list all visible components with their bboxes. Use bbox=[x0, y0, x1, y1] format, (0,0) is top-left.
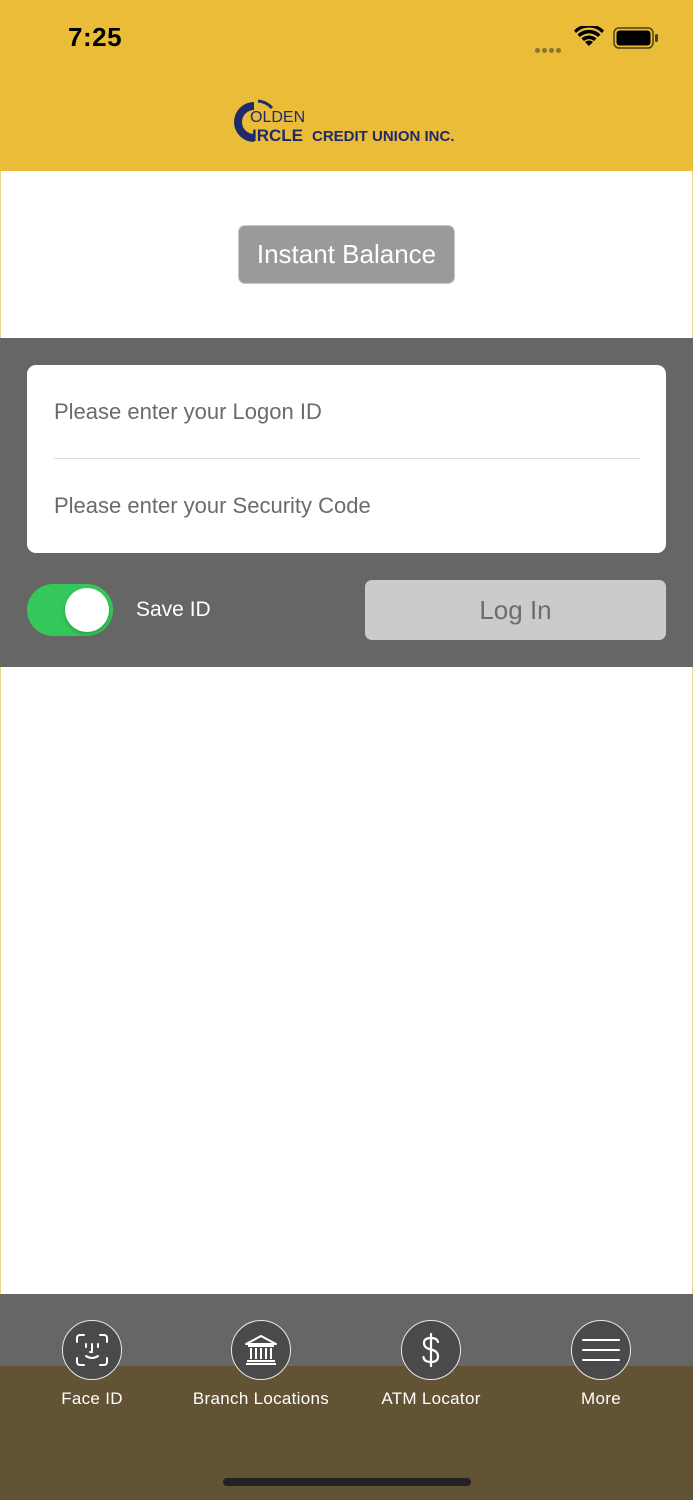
golden-circle-logo: OLDEN IRCLE CREDIT UNION INC. bbox=[234, 99, 455, 145]
tab-label-face-id: Face ID bbox=[61, 1389, 123, 1408]
svg-text:CREDIT UNION INC.: CREDIT UNION INC. bbox=[312, 128, 455, 145]
cellular-signal-icon bbox=[535, 40, 563, 58]
svg-text:OLDEN: OLDEN bbox=[250, 109, 305, 126]
security-code-input[interactable]: Please enter your Security Code bbox=[54, 493, 371, 519]
svg-text:IRCLE: IRCLE bbox=[252, 126, 303, 145]
home-indicator[interactable] bbox=[223, 1478, 471, 1486]
tab-face-id[interactable]: Face ID bbox=[7, 1320, 177, 1409]
dollar-icon bbox=[401, 1320, 461, 1380]
content-area bbox=[0, 667, 693, 1294]
logon-id-input[interactable]: Please enter your Logon ID bbox=[54, 399, 322, 425]
login-button[interactable]: Log In bbox=[365, 580, 666, 640]
instant-balance-button[interactable]: Instant Balance bbox=[238, 225, 455, 284]
bank-icon bbox=[231, 1320, 291, 1380]
input-divider bbox=[54, 458, 640, 459]
tab-label-more: More bbox=[581, 1389, 621, 1408]
login-input-card: Please enter your Logon ID Please enter … bbox=[27, 365, 666, 553]
toggle-knob bbox=[65, 588, 109, 632]
face-id-icon bbox=[62, 1320, 122, 1380]
tab-atm-locator[interactable]: ATM Locator bbox=[346, 1320, 516, 1409]
tab-label-atm-locator: ATM Locator bbox=[381, 1389, 481, 1408]
save-id-toggle[interactable] bbox=[27, 584, 113, 636]
battery-icon bbox=[613, 27, 658, 49]
save-id-label: Save ID bbox=[136, 598, 211, 621]
menu-icon bbox=[571, 1320, 631, 1380]
wifi-icon bbox=[574, 26, 604, 46]
tab-more[interactable]: More bbox=[516, 1320, 686, 1409]
tab-label-branch-locations: Branch Locations bbox=[192, 1389, 330, 1408]
status-time: 7:25 bbox=[68, 22, 123, 52]
tab-branch-locations[interactable]: Branch Locations bbox=[176, 1320, 346, 1409]
